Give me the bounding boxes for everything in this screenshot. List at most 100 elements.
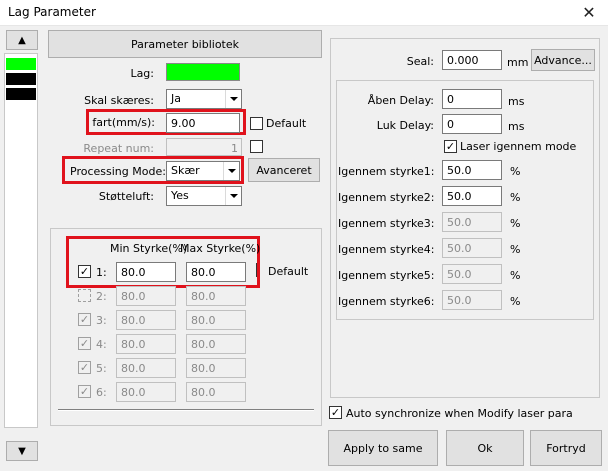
laser-through-checkbox[interactable]: ✓ (444, 140, 457, 153)
check-icon: ✓ (330, 406, 341, 419)
through-power-unit: % (510, 243, 521, 256)
power-row-label: 2: (96, 290, 107, 303)
chevron-down-icon (223, 162, 239, 180)
check-icon: ✓ (79, 337, 90, 350)
speed-default-label: Default (266, 117, 307, 130)
air-assist-select[interactable]: Yes (166, 186, 242, 206)
layer-scroll-up-button[interactable]: ▲ (6, 30, 38, 50)
chevron-down-icon (225, 187, 241, 205)
through-power-input[interactable]: 50.0 (442, 160, 502, 180)
processing-mode-value: Skær (171, 164, 200, 177)
check-icon: ✓ (79, 361, 90, 374)
through-power-unit: % (510, 295, 521, 308)
speed-default-checkbox[interactable] (250, 117, 263, 130)
close-delay-label: Luk Delay: (376, 119, 434, 132)
power-row-label: 1: (96, 266, 107, 279)
power-row-max-input[interactable]: 80.0 (186, 358, 246, 378)
triangle-down-icon: ▼ (18, 445, 26, 457)
layer-list-item[interactable] (6, 58, 36, 70)
through-power-unit: % (510, 165, 521, 178)
cut-label: Skal skæres: (84, 94, 154, 107)
power-row-min-input[interactable]: 80.0 (116, 382, 176, 402)
power-row-max-input[interactable]: 80.0 (186, 286, 246, 306)
through-power-label: Igennem styrke4: (338, 243, 435, 256)
power-row-label: 5: (96, 362, 107, 375)
auto-sync-label: Auto synchronize when Modify laser para (346, 407, 573, 420)
through-power-input[interactable]: 50.0 (442, 212, 502, 232)
power-default-label: Default (268, 265, 309, 278)
power-row-checkbox[interactable]: ✓ (78, 313, 91, 326)
through-power-label: Igennem styrke3: (338, 217, 435, 230)
check-icon: ✓ (79, 313, 90, 326)
through-power-label: Igennem styrke1: (338, 165, 435, 178)
repeat-input[interactable]: 1 (166, 138, 242, 156)
through-power-label: Igennem styrke6: (338, 295, 435, 308)
seal-unit: mm (507, 56, 529, 69)
apply-to-same-button[interactable]: Apply to same (328, 430, 438, 466)
power-separator (58, 409, 314, 411)
layer-list-item[interactable] (6, 73, 36, 85)
power-row-min-input[interactable]: 80.0 (116, 310, 176, 330)
speed-input[interactable]: 9.00 (166, 113, 240, 133)
parameter-library-button[interactable]: Parameter bibliotek (48, 30, 322, 58)
close-delay-unit: ms (508, 120, 525, 133)
power-row-checkbox[interactable]: ✓ (78, 265, 91, 278)
through-power-label: Igennem styrke5: (338, 269, 435, 282)
repeat-label: Repeat num: (83, 142, 154, 155)
open-delay-input[interactable]: 0 (442, 89, 502, 109)
through-power-input[interactable]: 50.0 (442, 264, 502, 284)
check-icon: ✓ (79, 385, 90, 398)
processing-mode-label: Processing Mode: (70, 165, 166, 178)
air-assist-value: Yes (171, 189, 189, 202)
processing-mode-select[interactable]: Skær (166, 161, 240, 181)
through-power-input[interactable]: 50.0 (442, 238, 502, 258)
layer-label: Lag: (130, 67, 154, 80)
check-icon: ✓ (79, 265, 90, 278)
power-row-max-input[interactable]: 80.0 (186, 334, 246, 354)
close-delay-input[interactable]: 0 (442, 114, 502, 134)
power-row-checkbox[interactable]: ✓ (78, 337, 91, 350)
advanced-button[interactable]: Avanceret (248, 158, 320, 182)
close-icon[interactable]: ✕ (570, 0, 608, 26)
default-divider (256, 263, 257, 277)
layer-scroll-down-button[interactable]: ▼ (6, 441, 38, 461)
power-row-label: 4: (96, 338, 107, 351)
power-row-min-input[interactable]: 80.0 (116, 262, 176, 282)
title-bar: Lag Parameter ✕ (0, 0, 608, 26)
ok-button[interactable]: Ok (446, 430, 524, 466)
power-row-min-input[interactable]: 80.0 (116, 358, 176, 378)
triangle-up-icon: ▲ (18, 34, 26, 46)
min-power-header: Min Styrke(%) (110, 242, 188, 255)
power-row-max-input[interactable]: 80.0 (186, 382, 246, 402)
power-row-label: 3: (96, 314, 107, 327)
auto-sync-checkbox[interactable]: ✓ (329, 406, 342, 419)
through-power-input[interactable]: 50.0 (442, 186, 502, 206)
through-power-unit: % (510, 217, 521, 230)
power-row-checkbox[interactable]: ✓ (78, 361, 91, 374)
seal-label: Seal: (406, 55, 434, 68)
repeat-checkbox[interactable] (250, 140, 263, 153)
through-power-unit: % (510, 191, 521, 204)
power-row-checkbox[interactable]: ✓ (78, 385, 91, 398)
power-row-max-input[interactable]: 80.0 (186, 262, 246, 282)
cut-select-value: Ja (171, 92, 181, 105)
advance-button[interactable]: Advance... (531, 49, 595, 71)
power-row-min-input[interactable]: 80.0 (116, 334, 176, 354)
power-row-min-input[interactable]: 80.0 (116, 286, 176, 306)
power-row-label: 6: (96, 386, 107, 399)
cut-select[interactable]: Ja (166, 89, 242, 109)
seal-input[interactable]: 0.000 (442, 50, 502, 70)
layer-color-swatch[interactable] (166, 63, 240, 81)
through-power-input[interactable]: 50.0 (442, 290, 502, 310)
power-row-checkbox[interactable] (78, 289, 91, 302)
chevron-down-icon (225, 90, 241, 108)
power-row-max-input[interactable]: 80.0 (186, 310, 246, 330)
cancel-button[interactable]: Fortryd (530, 430, 602, 466)
layer-list[interactable] (4, 53, 38, 428)
speed-label: fart(mm/s): (92, 116, 155, 129)
layer-list-item[interactable] (6, 88, 36, 100)
through-power-label: Igennem styrke2: (338, 191, 435, 204)
open-delay-unit: ms (508, 95, 525, 108)
window-title: Lag Parameter (8, 5, 96, 19)
check-icon: ✓ (445, 140, 456, 153)
